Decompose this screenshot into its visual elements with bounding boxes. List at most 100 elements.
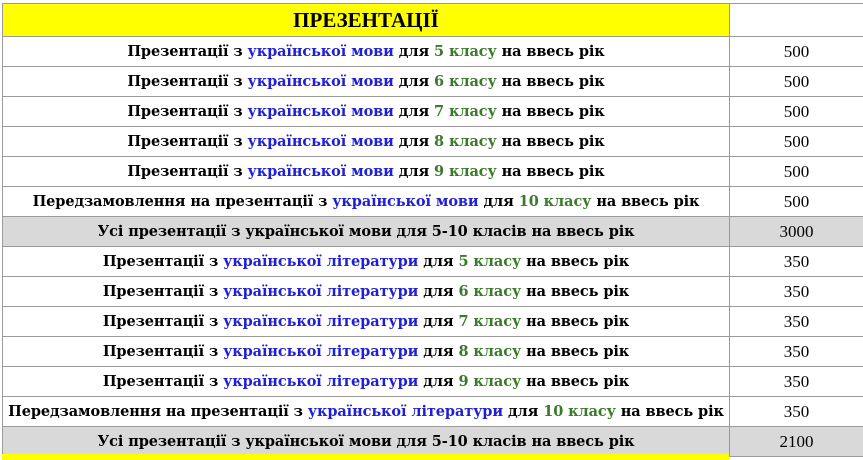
table-row-label-cell[interactable]: Передзамовлення на презентації з українс… [3, 397, 730, 427]
table-row-price-cell[interactable]: 500 [730, 37, 863, 67]
row-grade: 5 класу [458, 253, 522, 270]
row-subject: української мови [247, 103, 394, 120]
row-text-mid: для [418, 313, 459, 330]
table-row-price-cell[interactable]: 350 [730, 367, 863, 397]
row-subject: української літератури [307, 403, 503, 420]
row-price: 500 [783, 161, 810, 181]
table-row-label-cell[interactable]: Передзамовлення на презентації з українс… [3, 187, 730, 217]
table-row-label-cell[interactable]: Презентації з української літератури для… [3, 277, 730, 307]
row-text-mid: для [418, 343, 459, 360]
row-text-prefix: Презентації з [127, 73, 248, 90]
table-row-label-cell[interactable]: Презентації з української мови для 9 кла… [3, 157, 730, 187]
row-text-suffix: на ввесь рік [496, 133, 605, 150]
row-price: 500 [783, 71, 810, 91]
table-row-label-cell[interactable]: Презентації з української літератури для… [3, 247, 730, 277]
row-text-prefix: Презентації з [127, 103, 248, 120]
row-price: 350 [783, 311, 810, 331]
row-price: 500 [783, 101, 810, 121]
row-subject: української літератури [223, 343, 419, 360]
row-text-suffix: на ввесь рік [521, 253, 630, 270]
row-text-suffix: на ввесь рік [521, 343, 630, 360]
table-row-price-cell[interactable]: 500 [730, 157, 863, 187]
row-text-prefix: Презентації з [102, 283, 224, 300]
row-text-mid: для [393, 133, 435, 150]
row-text-prefix: Презентації з [127, 163, 248, 180]
row-grade: 10 класу [543, 403, 616, 420]
row-subject: української мови [247, 133, 394, 150]
next-header-strip [2, 454, 729, 460]
table-row-label-cell[interactable]: Презентації з української мови для 7 кла… [3, 97, 730, 127]
row-text-suffix: на ввесь рік [615, 403, 724, 420]
row-text-suffix: на ввесь рік [496, 103, 605, 120]
table-row-price-cell[interactable]: 350 [730, 247, 863, 277]
table-row-label-cell[interactable]: Презентації з української літератури для… [3, 307, 730, 337]
row-text-mid: для [503, 403, 544, 420]
row-price: 350 [783, 401, 810, 421]
row-price: 500 [783, 191, 810, 211]
table-row-price-cell[interactable]: 500 [730, 127, 863, 157]
total-row-label-cell[interactable]: Усі презентації з української мови для 5… [3, 427, 730, 457]
table-row-price-cell[interactable]: 500 [730, 67, 863, 97]
row-grade: 7 класу [434, 103, 497, 120]
row-text-mid: для [478, 193, 519, 210]
row-subject: української літератури [223, 313, 419, 330]
table-row-price-cell[interactable]: 350 [730, 337, 863, 367]
table-row-label-cell[interactable]: Презентації з української літератури для… [3, 337, 730, 367]
row-text-prefix: Усі презентації з української мови для 5… [97, 223, 635, 240]
row-text-mid: для [418, 373, 459, 390]
table-row-price-cell[interactable]: 350 [730, 307, 863, 337]
row-text-prefix: Передзамовлення на презентації з [8, 403, 308, 420]
row-text-mid: для [393, 43, 435, 60]
row-text-prefix: Усі презентації з української мови для 5… [97, 433, 635, 450]
row-price: 350 [783, 341, 810, 361]
row-subject: української мови [332, 193, 479, 210]
header-title-cell[interactable]: ПРЕЗЕНТАЦІЇ [3, 4, 730, 37]
row-grade: 8 класу [458, 343, 522, 360]
row-text-mid: для [393, 103, 435, 120]
table-row-price-cell[interactable]: 350 [730, 277, 863, 307]
row-price: 2100 [779, 431, 814, 451]
row-price: 350 [783, 371, 810, 391]
price-table: ПРЕЗЕНТАЦІЇ Презентації з української мо… [2, 3, 863, 457]
row-text-prefix: Презентації з [127, 43, 248, 60]
row-price: 3000 [779, 221, 814, 241]
table-row-price-cell[interactable]: 500 [730, 97, 863, 127]
row-grade: 10 класу [518, 193, 592, 210]
table-row-label-cell[interactable]: Презентації з української мови для 6 кла… [3, 67, 730, 97]
row-grade: 5 класу [434, 43, 497, 60]
table-row-label-cell[interactable]: Презентації з української літератури для… [3, 367, 730, 397]
row-grade: 7 класу [458, 313, 522, 330]
row-text-mid: для [418, 253, 459, 270]
row-price: 500 [783, 41, 810, 61]
row-grade: 8 класу [434, 133, 497, 150]
row-grade: 9 класу [434, 163, 497, 180]
table-row-label-cell[interactable]: Презентації з української мови для 5 кла… [3, 37, 730, 67]
table-row-price-cell[interactable]: 350 [730, 397, 863, 427]
row-price: 350 [783, 281, 810, 301]
row-text-prefix: Презентації з [102, 253, 224, 270]
row-grade: 9 класу [458, 373, 522, 390]
row-subject: української літератури [223, 253, 419, 270]
table-row-price-cell[interactable]: 500 [730, 187, 863, 217]
row-subject: української мови [247, 43, 394, 60]
row-text-mid: для [418, 283, 459, 300]
header-price-cell[interactable] [730, 4, 863, 37]
row-subject: української літератури [223, 283, 419, 300]
row-text-suffix: на ввесь рік [496, 43, 605, 60]
row-grade: 6 класу [458, 283, 522, 300]
row-price: 500 [783, 131, 810, 151]
row-text-prefix: Передзамовлення на презентації з [32, 193, 333, 210]
row-subject: української мови [247, 73, 394, 90]
row-subject: української літератури [223, 373, 419, 390]
row-text-prefix: Презентації з [102, 373, 224, 390]
total-row-label-cell[interactable]: Усі презентації з української мови для 5… [3, 217, 730, 247]
header-title: ПРЕЗЕНТАЦІЇ [293, 7, 439, 32]
row-subject: української мови [247, 163, 394, 180]
row-grade: 6 класу [434, 73, 497, 90]
row-text-mid: для [393, 163, 435, 180]
total-row-price-cell[interactable]: 2100 [730, 427, 863, 457]
spreadsheet: ПРЕЗЕНТАЦІЇ Презентації з української мо… [0, 0, 863, 460]
row-text-suffix: на ввесь рік [521, 373, 630, 390]
total-row-price-cell[interactable]: 3000 [730, 217, 863, 247]
table-row-label-cell[interactable]: Презентації з української мови для 8 кла… [3, 127, 730, 157]
